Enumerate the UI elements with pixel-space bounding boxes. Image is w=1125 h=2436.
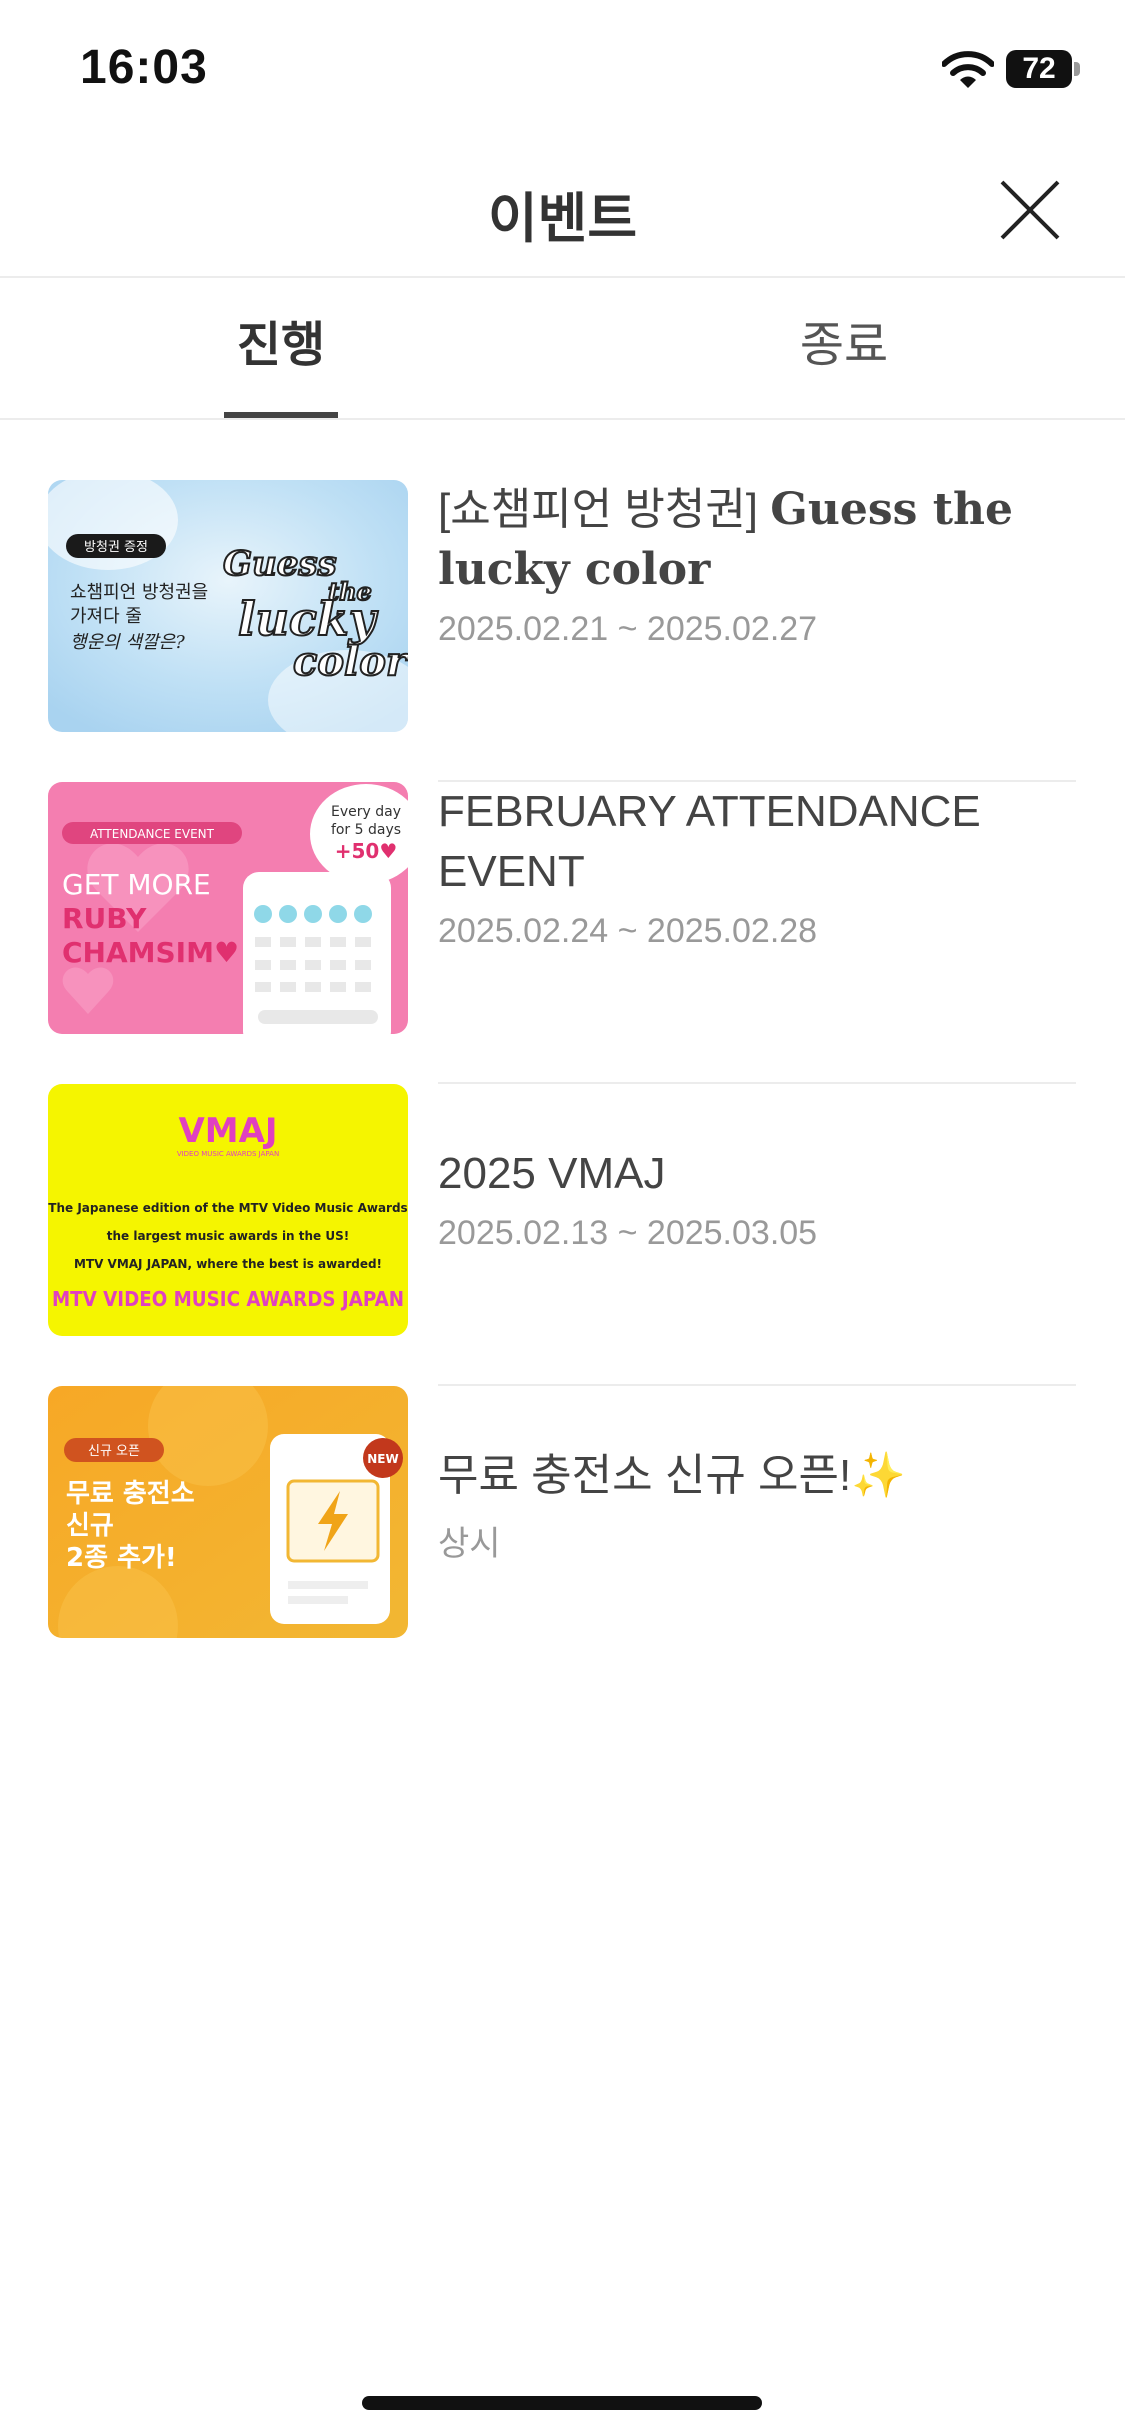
thumb-line: 행운의 색깔은? <box>70 632 185 653</box>
thumb-logo-sub: VIDEO MUSIC AWARDS JAPAN <box>177 1150 279 1158</box>
thumb-badge: ATTENDANCE EVENT <box>90 827 215 841</box>
thumb-line: 2종 추가! <box>66 1543 177 1573</box>
thumb-line: 가져다 줄 <box>70 606 142 627</box>
thumb-logo-text: Guess <box>223 544 337 584</box>
wifi-icon <box>942 51 994 88</box>
sparkle-icon: ✨ <box>851 1451 907 1500</box>
event-thumbnail: ATTENDANCE EVENT GET MORE RUBY CHAMSIM♥ … <box>48 782 408 1034</box>
thumb-bubble: Every day <box>331 804 401 820</box>
battery-icon: 72 <box>1006 50 1072 88</box>
event-date: 2025.02.13 ~ 2025.03.05 <box>438 1214 818 1252</box>
thumb-line: The Japanese edition of the MTV Video Mu… <box>48 1201 407 1215</box>
event-title: [쇼챔피언 방청권] Guess the lucky color <box>438 480 1078 600</box>
thumb-footer: MTV VIDEO MUSIC AWARDS JAPAN <box>52 1287 404 1311</box>
header: 이벤트 <box>0 140 1125 278</box>
tab-bar: 진행 종료 <box>0 278 1125 420</box>
event-thumbnail: 신규 오픈 무료 충전소 신규 2종 추가! NEW <box>48 1386 408 1638</box>
thumb-new-badge: NEW <box>367 1452 398 1466</box>
event-item-lucky-color[interactable]: 방청권 증정 쇼챔피언 방청권을 가져다 줄 행운의 색깔은? Guess th… <box>0 480 1125 782</box>
event-info: [쇼챔피언 방청권] Guess the lucky color 2025.02… <box>438 480 1078 782</box>
thumb-badge: 방청권 증정 <box>84 540 148 555</box>
status-time: 16:03 <box>80 41 208 94</box>
close-icon[interactable] <box>990 170 1070 250</box>
event-date: 2025.02.24 ~ 2025.02.28 <box>438 912 818 950</box>
thumb-line: MTV VMAJ JAPAN, where the best is awarde… <box>74 1257 382 1271</box>
thumb-logo: VMAJ <box>178 1111 277 1151</box>
page-title: 이벤트 <box>487 189 638 249</box>
event-info: 2025 VMAJ 2025.02.13 ~ 2025.03.05 <box>438 1084 1078 1386</box>
thumb-bubble: for 5 days <box>331 822 401 838</box>
event-thumbnail: 방청권 증정 쇼챔피언 방청권을 가져다 줄 행운의 색깔은? Guess th… <box>48 480 408 732</box>
thumb-line: 무료 충전소 <box>66 1479 195 1509</box>
home-indicator[interactable] <box>362 2396 762 2410</box>
event-title-prefix: [쇼챔피언 방청권] <box>438 485 771 534</box>
thumb-badge: 신규 오픈 <box>88 1444 140 1459</box>
status-bar: 16:03 72 <box>0 0 1125 140</box>
thumb-logo-text: color <box>293 638 408 685</box>
event-date: 상시 <box>438 1525 501 1563</box>
event-info: 무료 충전소 신규 오픈!✨ 상시 <box>438 1386 1078 1688</box>
event-list: 방청권 증정 쇼챔피언 방청권을 가져다 줄 행운의 색깔은? Guess th… <box>0 480 1125 1688</box>
event-info: FEBRUARY ATTENDANCE EVENT 2025.02.24 ~ 2… <box>438 782 1078 1084</box>
event-title: 무료 충전소 신규 오픈!✨ <box>438 1446 1078 1506</box>
event-title-text: 무료 충전소 신규 오픈! <box>438 1451 852 1500</box>
thumb-line: RUBY <box>62 902 147 935</box>
battery-level: 72 <box>1022 52 1056 85</box>
thumb-bubble: +50♥ <box>335 839 398 863</box>
event-item-vmaj[interactable]: VMAJ VIDEO MUSIC AWARDS JAPAN The Japane… <box>0 1084 1125 1386</box>
event-title: FEBRUARY ATTENDANCE EVENT <box>438 787 981 896</box>
thumb-line: 쇼챔피언 방청권을 <box>70 582 208 603</box>
thumb-line: CHAMSIM♥ <box>62 936 239 969</box>
tab-ongoing[interactable]: 진행 <box>0 278 562 418</box>
event-title: 2025 VMAJ <box>438 1149 666 1198</box>
thumb-line: GET MORE <box>62 868 211 901</box>
battery-tip <box>1074 62 1080 76</box>
thumb-line: 신규 <box>66 1511 114 1541</box>
tab-ended[interactable]: 종료 <box>563 278 1125 418</box>
tab-indicator <box>224 412 338 418</box>
event-date: 2025.02.21 ~ 2025.02.27 <box>438 610 818 648</box>
event-thumbnail: VMAJ VIDEO MUSIC AWARDS JAPAN The Japane… <box>48 1084 408 1336</box>
event-item-free-charging[interactable]: 신규 오픈 무료 충전소 신규 2종 추가! NEW 무료 충전소 신규 오픈!… <box>0 1386 1125 1688</box>
event-item-attendance[interactable]: ATTENDANCE EVENT GET MORE RUBY CHAMSIM♥ … <box>0 782 1125 1084</box>
thumb-line: the largest music awards in the US! <box>107 1229 350 1243</box>
